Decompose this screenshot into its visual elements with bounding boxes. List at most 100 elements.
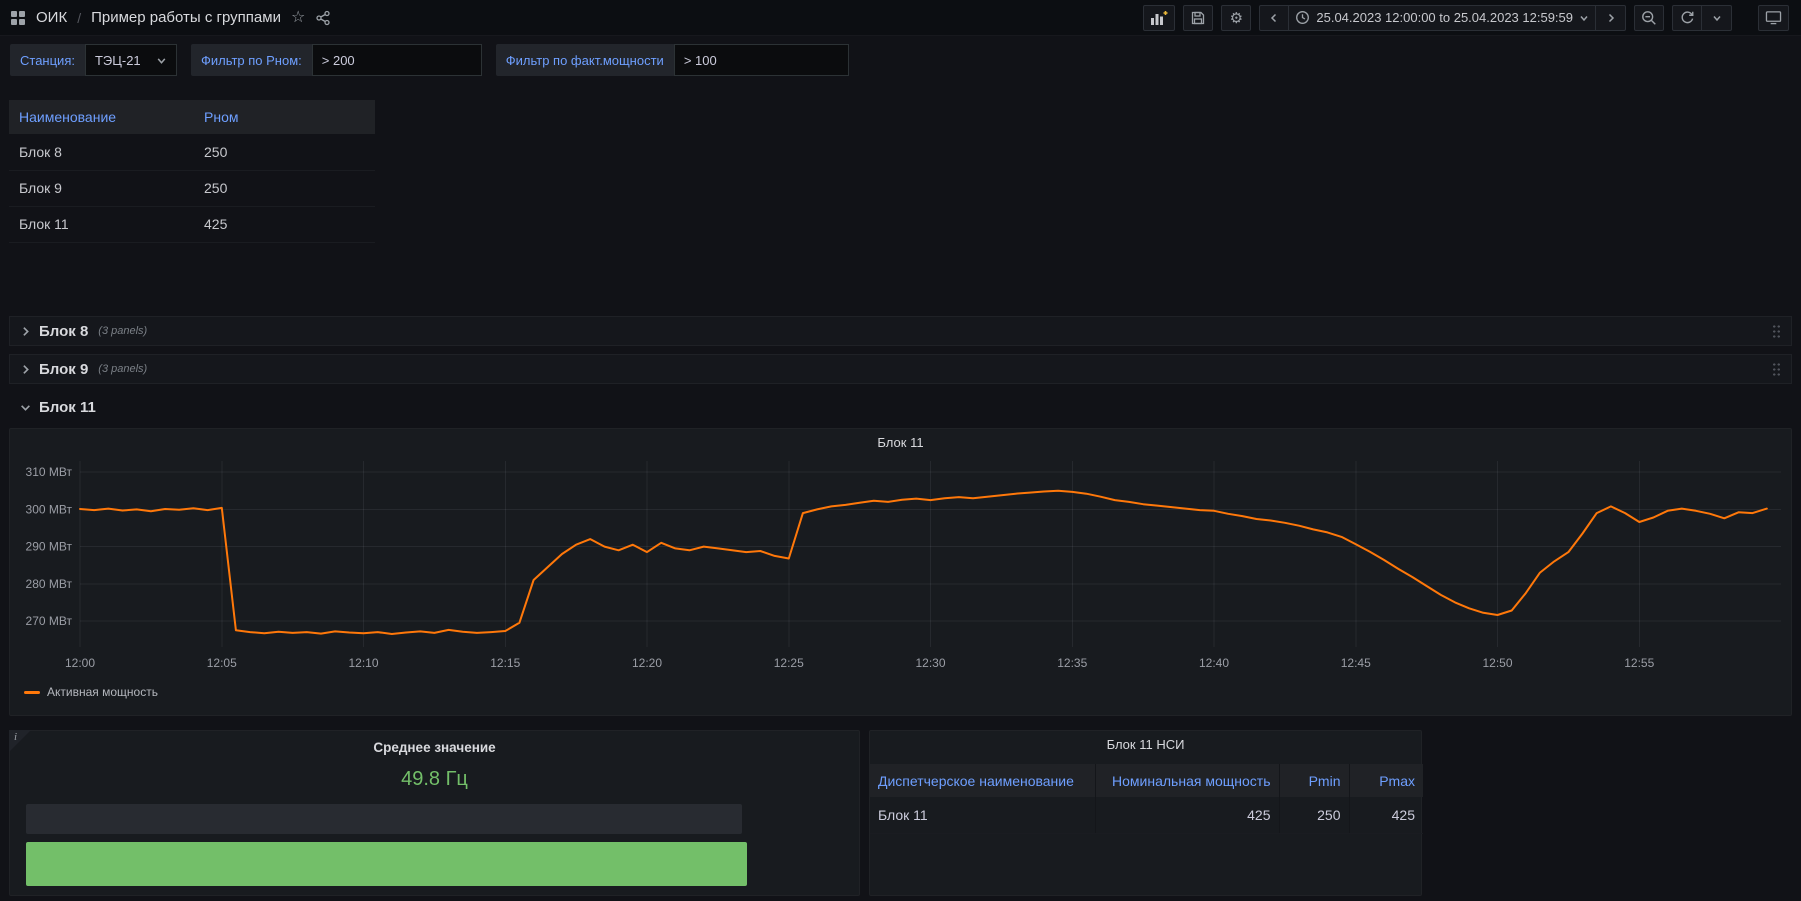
add-panel-button[interactable] <box>1143 5 1175 31</box>
table-cell: 425 <box>1349 797 1423 833</box>
svg-text:12:25: 12:25 <box>774 656 804 670</box>
row-group-blok-9[interactable]: Блок 9 (3 panels) <box>9 354 1792 384</box>
toolbar: ⚙ 25.04.2023 12:00:00 to 25.04.2023 12:5… <box>1143 5 1789 31</box>
column-header[interactable]: Номинальная мощность <box>1095 764 1279 797</box>
nsi-panel: Блок 11 НСИ Диспетчерское наименованиеНо… <box>869 730 1422 896</box>
add-panel-icon <box>1150 10 1168 26</box>
time-range-picker-button[interactable]: 25.04.2023 12:00:00 to 25.04.2023 12:59:… <box>1289 5 1596 31</box>
svg-text:12:10: 12:10 <box>348 656 378 670</box>
svg-text:12:00: 12:00 <box>65 656 95 670</box>
variable-station-label: Станция: <box>10 44 85 76</box>
table-cell: Блок 9 <box>9 170 194 206</box>
breadcrumb-folder[interactable]: ОИК <box>36 9 67 26</box>
svg-text:280 МВт: 280 МВт <box>26 577 73 591</box>
units-summary-table: НаименованиеРном Блок 8250Блок 9250Блок … <box>9 100 375 243</box>
time-shift-forward-button[interactable] <box>1596 5 1626 31</box>
column-header[interactable]: Pmax <box>1349 764 1423 797</box>
share-icon[interactable] <box>315 10 331 26</box>
dashboard-settings-button[interactable]: ⚙ <box>1221 5 1251 31</box>
table-cell: 425 <box>194 206 375 242</box>
time-shift-back-button[interactable] <box>1259 5 1289 31</box>
table-cell: 250 <box>194 170 375 206</box>
svg-text:12:40: 12:40 <box>1199 656 1229 670</box>
timeseries-panel-blok-11: Блок 11 12:0012:0512:1012:1512:2012:2512… <box>9 428 1792 716</box>
star-icon[interactable]: ☆ <box>291 10 305 26</box>
svg-text:12:20: 12:20 <box>632 656 662 670</box>
gauge-value: 49.8 Гц <box>10 768 859 791</box>
variable-station: Станция: ТЭЦ-21 <box>10 44 177 76</box>
zoom-out-icon <box>1641 10 1657 26</box>
chevron-down-icon <box>1712 13 1722 23</box>
column-header[interactable]: Рном <box>194 100 375 134</box>
table-cell: Блок 11 <box>9 206 194 242</box>
row-group-title: Блок 8 <box>39 323 88 340</box>
table-cell: Блок 8 <box>9 134 194 170</box>
dashboard: ОИК / Пример работы с группами ☆ <box>0 0 1801 901</box>
gear-icon: ⚙ <box>1230 9 1243 27</box>
row-group-blok-11[interactable]: Блок 11 <box>9 392 1792 422</box>
table-cell: 250 <box>194 134 375 170</box>
variable-power-filter: Фильтр по факт.мощности <box>496 44 849 76</box>
drag-handle-icon[interactable] <box>1772 324 1781 339</box>
panel-title[interactable]: Среднее значение <box>10 740 859 755</box>
variable-station-value: ТЭЦ-21 <box>95 53 141 68</box>
svg-text:12:35: 12:35 <box>1057 656 1087 670</box>
svg-text:290 МВт: 290 МВт <box>26 540 73 554</box>
svg-text:12:05: 12:05 <box>207 656 237 670</box>
panel-info-icon[interactable]: i <box>9 730 31 752</box>
refresh-button[interactable] <box>1672 5 1702 31</box>
legend-label[interactable]: Активная мощность <box>47 685 158 699</box>
chevron-down-icon <box>156 55 167 66</box>
svg-text:12:55: 12:55 <box>1624 656 1654 670</box>
save-icon <box>1190 10 1206 26</box>
drag-handle-icon[interactable] <box>1772 362 1781 377</box>
column-header[interactable]: Pmin <box>1279 764 1349 797</box>
svg-text:300 МВт: 300 МВт <box>26 502 73 516</box>
panel-title[interactable]: Блок 11 НСИ <box>870 731 1421 757</box>
refresh-interval-dropdown[interactable] <box>1702 5 1732 31</box>
variables-row: Станция: ТЭЦ-21 Фильтр по Рном: Фильтр п… <box>10 44 849 76</box>
gauge-bars <box>26 804 859 886</box>
chevron-down-icon <box>20 402 31 413</box>
time-range-controls: 25.04.2023 12:00:00 to 25.04.2023 12:59:… <box>1259 5 1626 31</box>
breadcrumb-separator: / <box>77 10 81 26</box>
rnom-filter-input[interactable] <box>312 44 482 76</box>
chevron-right-icon <box>20 326 31 337</box>
tv-mode-button[interactable] <box>1758 5 1789 31</box>
chevron-left-icon <box>1269 13 1279 23</box>
avg-value-panel: i Среднее значение 49.8 Гц <box>9 730 860 896</box>
svg-text:12:15: 12:15 <box>490 656 520 670</box>
refresh-controls <box>1672 5 1732 31</box>
column-header[interactable]: Наименование <box>9 100 194 134</box>
chart-legend: Активная мощность <box>10 681 1791 699</box>
gauge-bar <box>26 842 747 886</box>
gauge-bar <box>26 804 742 834</box>
table-row: Блок 8250 <box>9 134 375 170</box>
svg-text:12:30: 12:30 <box>915 656 945 670</box>
svg-text:310 МВт: 310 МВт <box>26 465 73 479</box>
panel-title[interactable]: Блок 11 <box>10 429 1791 455</box>
monitor-icon <box>1765 10 1782 25</box>
table-row: Блок 11425 <box>9 206 375 242</box>
zoom-out-time-button[interactable] <box>1634 5 1664 31</box>
row-group-title: Блок 11 <box>39 399 96 416</box>
top-navbar: ОИК / Пример работы с группами ☆ <box>0 0 1801 36</box>
row-group-panel-count: (3 panels) <box>98 325 147 337</box>
chevron-right-icon <box>20 364 31 375</box>
chevron-down-icon <box>1579 13 1589 23</box>
power-filter-input[interactable] <box>674 44 849 76</box>
variable-rnom-label: Фильтр по Рном: <box>191 44 312 76</box>
save-dashboard-button[interactable] <box>1183 5 1213 31</box>
row-group-panel-count: (3 panels) <box>98 363 147 375</box>
table-row: Блок 11425250425 <box>870 797 1423 833</box>
series-line <box>80 491 1767 634</box>
nsi-table: Диспетчерское наименованиеНоминальная мо… <box>870 764 1423 834</box>
variable-station-select[interactable]: ТЭЦ-21 <box>85 44 177 76</box>
apps-grid-icon[interactable] <box>10 10 26 26</box>
table-cell: 250 <box>1279 797 1349 833</box>
table-cell: Блок 11 <box>870 797 1095 833</box>
row-group-blok-8[interactable]: Блок 8 (3 panels) <box>9 316 1792 346</box>
legend-swatch <box>24 691 40 694</box>
timeseries-chart[interactable]: 12:00 12:05 12:10 12:15 12:20 12:25 12:30 12:35… <box>10 455 1791 681</box>
column-header[interactable]: Диспетчерское наименование <box>870 764 1095 797</box>
